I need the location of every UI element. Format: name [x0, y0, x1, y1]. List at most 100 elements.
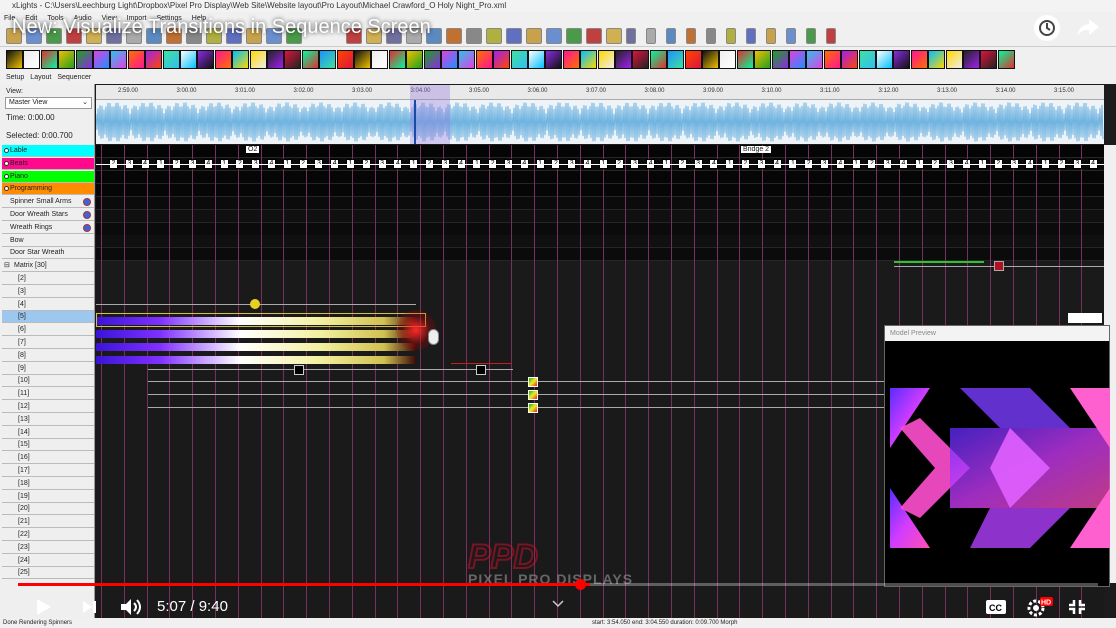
- effect-palette-icon[interactable]: [58, 50, 76, 69]
- effect-palette-icon[interactable]: [702, 50, 719, 69]
- row-label[interactable]: [7]: [2, 337, 94, 349]
- matrix-effect-bar[interactable]: [96, 356, 416, 364]
- tab-setup[interactable]: Setup: [6, 74, 24, 81]
- timeline-ruler[interactable]: 2:59.00 3:00.00 3:01.00 3:02.00 3:03.00 3:04.…: [96, 85, 1104, 100]
- effect-marker[interactable]: [476, 365, 486, 375]
- row-label[interactable]: [13]: [2, 414, 94, 426]
- row-label[interactable]: [17]: [2, 465, 94, 477]
- row-label[interactable]: Beats: [2, 157, 94, 170]
- matrix-effect-bar[interactable]: [96, 343, 416, 351]
- row-label[interactable]: Lable: [2, 145, 94, 157]
- effect-palette-icon[interactable]: [719, 50, 737, 69]
- effect-palette-icon[interactable]: [667, 50, 685, 69]
- effect-palette-icon[interactable]: [945, 50, 963, 69]
- toolbar-tool-icon[interactable]: [566, 28, 582, 44]
- effect-palette-icon[interactable]: [632, 50, 650, 69]
- video-progress-bar[interactable]: [18, 583, 1098, 586]
- row-label[interactable]: [16]: [2, 452, 94, 465]
- tab-layout[interactable]: Layout: [30, 74, 51, 81]
- row-label[interactable]: [21]: [2, 516, 94, 529]
- view-select[interactable]: Master View ⌄: [5, 97, 92, 109]
- toolbar-tool-icon[interactable]: [806, 28, 816, 44]
- effect-palette-icon[interactable]: [910, 50, 928, 69]
- effect-palette-icon[interactable]: [406, 50, 424, 69]
- effect-icon[interactable]: [528, 390, 538, 400]
- toolbar-tool-icon[interactable]: [606, 28, 622, 44]
- watch-later-button[interactable]: [1034, 15, 1060, 41]
- effect-palette-icon[interactable]: [75, 50, 93, 69]
- effect-marker[interactable]: [294, 365, 304, 375]
- timing-label-o2[interactable]: O2: [246, 146, 260, 153]
- row-label[interactable]: ⊟ Matrix [30]: [2, 260, 94, 273]
- row-label[interactable]: [22]: [2, 529, 94, 541]
- row-label[interactable]: [15]: [2, 439, 94, 452]
- toolbar-tool-icon[interactable]: [746, 28, 756, 44]
- effect-palette-icon[interactable]: [597, 50, 615, 69]
- row-label[interactable]: [25]: [2, 567, 94, 580]
- row-toggle-circle[interactable]: [4, 148, 9, 153]
- effect-palette-icon[interactable]: [336, 50, 354, 69]
- row-label[interactable]: Bow: [2, 235, 94, 247]
- effect-palette-icon[interactable]: [197, 50, 215, 69]
- effect-palette-icon[interactable]: [475, 50, 493, 69]
- effect-palette-icon[interactable]: [823, 50, 841, 69]
- effect-palette-icon[interactable]: [841, 50, 859, 69]
- row-label[interactable]: Door Star Wreath: [2, 247, 94, 260]
- row-label[interactable]: [11]: [2, 388, 94, 401]
- toolbar-tool-icon[interactable]: [826, 28, 836, 44]
- volume-icon[interactable]: [120, 598, 144, 616]
- effect-icon[interactable]: [528, 403, 538, 413]
- toolbar-tool-icon[interactable]: [706, 28, 716, 44]
- effect-palette-icon[interactable]: [893, 50, 911, 69]
- effect-palette-icon[interactable]: [580, 50, 598, 69]
- programming-timing-row[interactable]: [96, 184, 1104, 197]
- effect-palette-icon[interactable]: [493, 50, 511, 69]
- effect-palette-icon[interactable]: [354, 50, 371, 69]
- model-preview-window[interactable]: [884, 325, 1110, 587]
- row-label[interactable]: Wreath Rings: [2, 222, 94, 234]
- row-label[interactable]: [18]: [2, 478, 94, 490]
- row-toggle-circle[interactable]: [4, 160, 9, 166]
- effect-palette-icon[interactable]: [649, 50, 667, 69]
- effect-palette-icon[interactable]: [458, 50, 476, 69]
- effect-palette-icon[interactable]: [6, 50, 23, 69]
- effect-palette-icon[interactable]: [319, 50, 337, 69]
- toolbar-tool-icon[interactable]: [466, 28, 482, 44]
- model-effect-row[interactable]: [96, 197, 1104, 210]
- effect-palette-icon[interactable]: [980, 50, 998, 69]
- effect-palette-icon[interactable]: [180, 50, 197, 69]
- toolbar-tool-icon[interactable]: [546, 28, 562, 44]
- effect-palette-icon[interactable]: [736, 50, 754, 69]
- row-label[interactable]: [3]: [2, 286, 94, 298]
- model-effect-row[interactable]: [96, 222, 1104, 236]
- model-render-icon[interactable]: [83, 198, 91, 207]
- effect-palette-icon[interactable]: [40, 50, 58, 69]
- effect-palette-icon[interactable]: [858, 50, 876, 69]
- effect-palette-icon[interactable]: [510, 50, 528, 69]
- timing-label-bridge[interactable]: Bridge 2: [741, 146, 772, 153]
- row-label[interactable]: [6]: [2, 324, 94, 337]
- row-label[interactable]: [2]: [2, 273, 94, 285]
- effect-palette-icon[interactable]: [388, 50, 406, 69]
- effect-palette-icon[interactable]: [267, 50, 284, 69]
- toolbar-tool-icon[interactable]: [526, 28, 542, 44]
- row-label[interactable]: [4]: [2, 299, 94, 311]
- effect-marker[interactable]: [994, 261, 1004, 271]
- toolbar-tool-icon[interactable]: [726, 28, 736, 44]
- audio-waveform[interactable]: [95, 100, 1104, 144]
- toolbar-tool-icon[interactable]: [506, 28, 522, 44]
- toolbar-tool-icon[interactable]: [646, 28, 656, 44]
- effect-palette-icon[interactable]: [145, 50, 163, 69]
- effect-palette-icon[interactable]: [615, 50, 632, 69]
- row-toggle-circle[interactable]: [4, 173, 9, 179]
- effect-marker[interactable]: [1068, 313, 1102, 323]
- video-title[interactable]: New: Visualize Transitions in Sequence S…: [12, 16, 431, 39]
- row-label[interactable]: [8]: [2, 350, 94, 362]
- row-label[interactable]: [9]: [2, 363, 94, 375]
- effect-palette-icon[interactable]: [545, 50, 563, 69]
- effect-palette-icon[interactable]: [963, 50, 980, 69]
- effect-palette-icon[interactable]: [754, 50, 772, 69]
- row-label[interactable]: [19]: [2, 491, 94, 503]
- row-label[interactable]: Piano: [2, 170, 94, 183]
- toolbar-tool-icon[interactable]: [586, 28, 602, 44]
